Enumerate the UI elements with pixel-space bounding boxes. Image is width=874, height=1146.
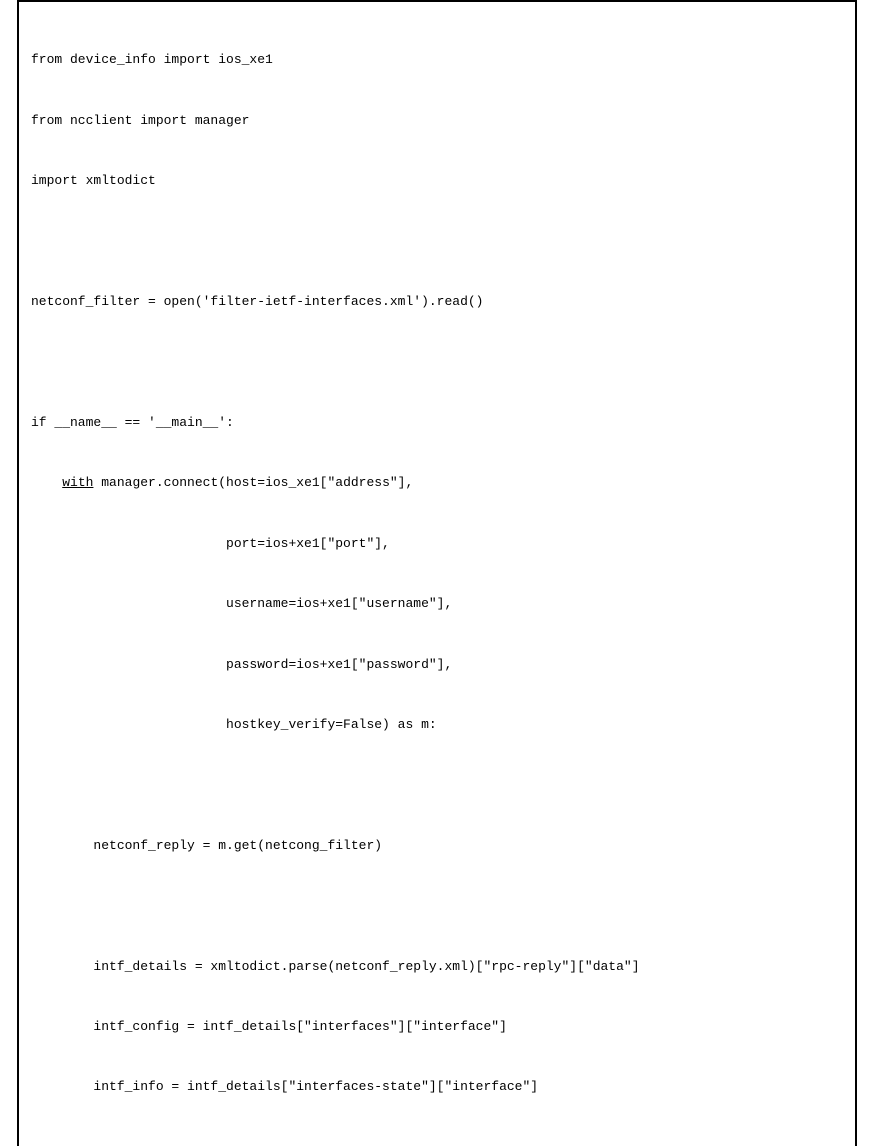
code-text xyxy=(31,896,39,916)
code-text: netconf_reply = m.get(netcong_filter) xyxy=(31,836,382,856)
code-line-9: port=ios+xe1["port"], xyxy=(31,534,843,554)
code-text xyxy=(31,1138,39,1146)
code-text: username=ios+xe1["username"], xyxy=(31,594,452,614)
code-text: netconf_filter = open('filter-ietf-inter… xyxy=(31,292,483,312)
code-line-19 xyxy=(31,1138,843,1146)
code-line-13 xyxy=(31,775,843,795)
code-text xyxy=(31,232,39,252)
code-line-1: from device_info import ios_xe1 xyxy=(31,50,843,70)
code-line-10: username=ios+xe1["username"], xyxy=(31,594,843,614)
code-text: with manager.connect(host=ios_xe1["addre… xyxy=(31,473,413,493)
code-line-3: import xmltodict xyxy=(31,171,843,191)
code-text: port=ios+xe1["port"], xyxy=(31,534,390,554)
code-line-7: if __name__ == '__main__': xyxy=(31,413,843,433)
code-text: intf_config = intf_details["interfaces"]… xyxy=(31,1017,507,1037)
code-text: password=ios+xe1["password"], xyxy=(31,655,452,675)
code-text: from device_info import ios_xe1 xyxy=(31,50,273,70)
code-line-16: intf_details = xmltodict.parse(netconf_r… xyxy=(31,957,843,977)
code-line-4 xyxy=(31,232,843,252)
code-line-14: netconf_reply = m.get(netcong_filter) xyxy=(31,836,843,856)
code-line-5: netconf_filter = open('filter-ietf-inter… xyxy=(31,292,843,312)
code-line-11: password=ios+xe1["password"], xyxy=(31,655,843,675)
code-line-18: intf_info = intf_details["interfaces-sta… xyxy=(31,1077,843,1097)
code-text: intf_info = intf_details["interfaces-sta… xyxy=(31,1077,538,1097)
code-text: if __name__ == '__main__': xyxy=(31,413,234,433)
code-line-6 xyxy=(31,352,843,372)
code-text xyxy=(31,352,39,372)
code-line-12: hostkey_verify=False) as m: xyxy=(31,715,843,735)
code-text: import xmltodict xyxy=(31,171,156,191)
code-line-15 xyxy=(31,896,843,916)
code-container: from device_info import ios_xe1 from ncc… xyxy=(17,0,857,1146)
code-line-2: from ncclient import manager xyxy=(31,111,843,131)
code-text xyxy=(31,775,39,795)
code-block: from device_info import ios_xe1 from ncc… xyxy=(31,10,843,1146)
code-line-8: with manager.connect(host=ios_xe1["addre… xyxy=(31,473,843,493)
code-text: hostkey_verify=False) as m: xyxy=(31,715,437,735)
code-text: from ncclient import manager xyxy=(31,111,249,131)
code-line-17: intf_config = intf_details["interfaces"]… xyxy=(31,1017,843,1037)
code-text: intf_details = xmltodict.parse(netconf_r… xyxy=(31,957,640,977)
